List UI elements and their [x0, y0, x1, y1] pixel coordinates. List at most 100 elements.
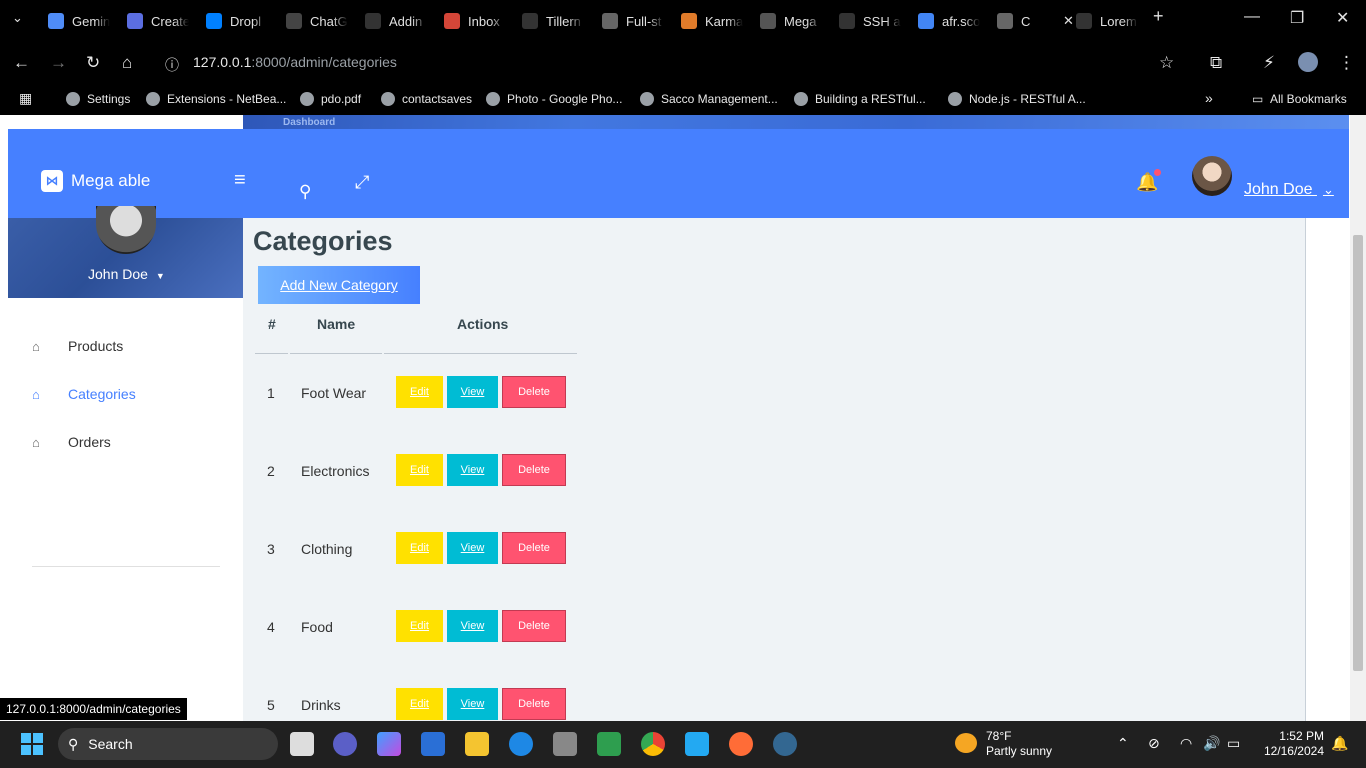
bookmark-item[interactable]: Photo - Google Pho... — [486, 92, 622, 106]
edit-button[interactable]: Edit — [396, 532, 443, 564]
apps-grid-icon[interactable]: ▦ — [19, 90, 32, 107]
minimize-icon[interactable]: — — [1244, 8, 1260, 26]
wifi-icon[interactable]: ◠ — [1180, 735, 1192, 752]
app-icon[interactable] — [553, 732, 577, 756]
bookmark-item[interactable]: Extensions - NetBea... — [146, 92, 286, 106]
url-field[interactable]: 127.0.0.1:8000/admin/categories — [193, 54, 397, 70]
clock[interactable]: 1:52 PM 12/16/2024 — [1260, 729, 1324, 759]
sidebar-item-products[interactable]: ⌂ Products — [32, 336, 123, 356]
copilot-icon[interactable] — [377, 732, 401, 756]
bookmark-star-icon[interactable]: ☆ — [1159, 53, 1174, 73]
new-tab-icon[interactable]: + — [1153, 6, 1164, 27]
view-button[interactable]: View — [447, 532, 498, 564]
tray-expand-icon[interactable]: ⌃ — [1117, 735, 1129, 752]
edit-button[interactable]: Edit — [396, 454, 443, 486]
user-menu[interactable]: John Doe ⌄ — [1244, 181, 1334, 199]
browser-tab[interactable]: Mega — [760, 8, 822, 34]
globe-icon — [300, 92, 314, 106]
close-tab-icon[interactable]: ✕ — [1063, 13, 1074, 29]
add-category-button[interactable]: Add New Category — [258, 266, 420, 304]
browser-tab[interactable]: Full-st — [602, 8, 664, 34]
hamburger-menu-icon[interactable]: ≡ — [234, 169, 246, 192]
bookmark-item[interactable]: Sacco Management... — [640, 92, 778, 106]
scrollbar-thumb[interactable] — [1353, 235, 1363, 671]
delete-button[interactable]: Delete — [502, 376, 566, 408]
taskbar-search[interactable]: ⚲ Search — [58, 728, 278, 760]
browser-tab[interactable]: Lorem — [1076, 8, 1138, 34]
tab-search-icon[interactable]: ⌄ — [12, 10, 23, 26]
bookmark-item[interactable]: contactsaves — [381, 92, 472, 106]
view-button[interactable]: View — [447, 376, 498, 408]
view-button[interactable]: View — [447, 610, 498, 642]
browser-tab[interactable]: Tillern — [522, 8, 584, 34]
browser-tab[interactable]: SSH a — [839, 8, 901, 34]
edit-button[interactable]: Edit — [396, 610, 443, 642]
home-icon[interactable]: ⌂ — [122, 53, 132, 73]
forward-icon[interactable]: → — [50, 53, 67, 73]
bookmark-item[interactable]: pdo.pdf — [300, 92, 361, 106]
all-bookmarks[interactable]: ▭ All Bookmarks — [1252, 92, 1347, 106]
chrome-icon[interactable] — [641, 732, 665, 756]
sidebar-item-orders[interactable]: ⌂ Orders — [32, 432, 111, 452]
reload-icon[interactable]: ↻ — [86, 53, 100, 73]
sidebar-item-categories[interactable]: ⌂ Categories — [32, 384, 136, 404]
browser-tab[interactable]: Karma — [681, 8, 743, 34]
store-icon[interactable] — [421, 732, 445, 756]
delete-button[interactable]: Delete — [502, 454, 566, 486]
more-bookmarks-icon[interactable]: » — [1205, 90, 1213, 106]
delete-button[interactable]: Delete — [502, 688, 566, 720]
bookmark-item[interactable]: Node.js - RESTful A... — [948, 92, 1086, 106]
browser-tab[interactable]: Gemin — [48, 8, 110, 34]
browser-tab[interactable]: Addin — [365, 8, 427, 34]
browser-tab[interactable]: Dropl — [206, 8, 268, 34]
page-scrollbar[interactable] — [1350, 115, 1366, 721]
browser-tab[interactable]: ChatG — [286, 8, 348, 34]
breadcrumb-label[interactable]: Dashboard — [283, 117, 335, 128]
close-window-icon[interactable]: ✕ — [1336, 8, 1349, 28]
column-header-number: # — [268, 316, 276, 332]
browser-tab[interactable]: Inbox — [444, 8, 506, 34]
browser-tab[interactable]: C ✕ — [997, 8, 1074, 34]
windows-start-icon[interactable] — [21, 733, 43, 755]
delete-button[interactable]: Delete — [502, 532, 566, 564]
edit-button[interactable]: Edit — [396, 376, 443, 408]
caret-down-icon: ▼ — [155, 271, 165, 281]
maximize-icon[interactable]: ❐ — [1290, 8, 1304, 28]
search-icon[interactable]: ⚲ — [299, 182, 311, 202]
logo-icon: ⋈ — [41, 170, 63, 192]
globe-icon — [794, 92, 808, 106]
vscode-icon[interactable] — [685, 732, 709, 756]
postman-icon[interactable] — [729, 732, 753, 756]
network-off-icon[interactable]: ⊘ — [1148, 735, 1160, 752]
bookmark-item[interactable]: Settings — [66, 92, 130, 106]
view-button[interactable]: View — [447, 454, 498, 486]
chart-app-icon[interactable] — [597, 732, 621, 756]
edge-icon[interactable] — [509, 732, 533, 756]
edit-button[interactable]: Edit — [396, 688, 443, 720]
extensions-icon[interactable]: ⧉ — [1210, 53, 1222, 73]
notification-icon[interactable]: 🔔 — [1331, 735, 1348, 752]
sidebar-user-menu[interactable]: John Doe ▼ — [88, 266, 165, 282]
battery-icon[interactable]: ▭ — [1227, 735, 1240, 752]
tab-label: C — [1021, 13, 1031, 29]
brand-logo[interactable]: ⋈ Mega able — [41, 170, 150, 192]
site-info-icon[interactable]: ⓘ — [165, 55, 179, 75]
menu-icon[interactable]: ⋮ — [1338, 53, 1355, 73]
task-view-icon[interactable] — [290, 732, 314, 756]
back-icon[interactable]: ← — [13, 53, 30, 73]
extension-icon[interactable]: ⚡ — [1263, 53, 1275, 73]
meet-icon[interactable] — [333, 732, 357, 756]
bookmark-item[interactable]: Building a RESTful... — [794, 92, 926, 106]
fullscreen-icon[interactable]: ⤢ — [355, 172, 369, 193]
postgres-icon[interactable] — [773, 732, 797, 756]
view-button[interactable]: View — [447, 688, 498, 720]
delete-button[interactable]: Delete — [502, 610, 566, 642]
file-explorer-icon[interactable] — [465, 732, 489, 756]
profile-icon[interactable] — [1298, 52, 1318, 72]
weather-icon[interactable] — [955, 733, 977, 753]
avatar[interactable] — [1192, 156, 1232, 196]
browser-tab[interactable]: Create — [127, 8, 189, 34]
volume-icon[interactable]: 🔊 — [1203, 735, 1220, 752]
browser-tab[interactable]: afr.sco — [918, 8, 980, 34]
weather-widget[interactable]: 78°F Partly sunny — [986, 729, 1052, 759]
